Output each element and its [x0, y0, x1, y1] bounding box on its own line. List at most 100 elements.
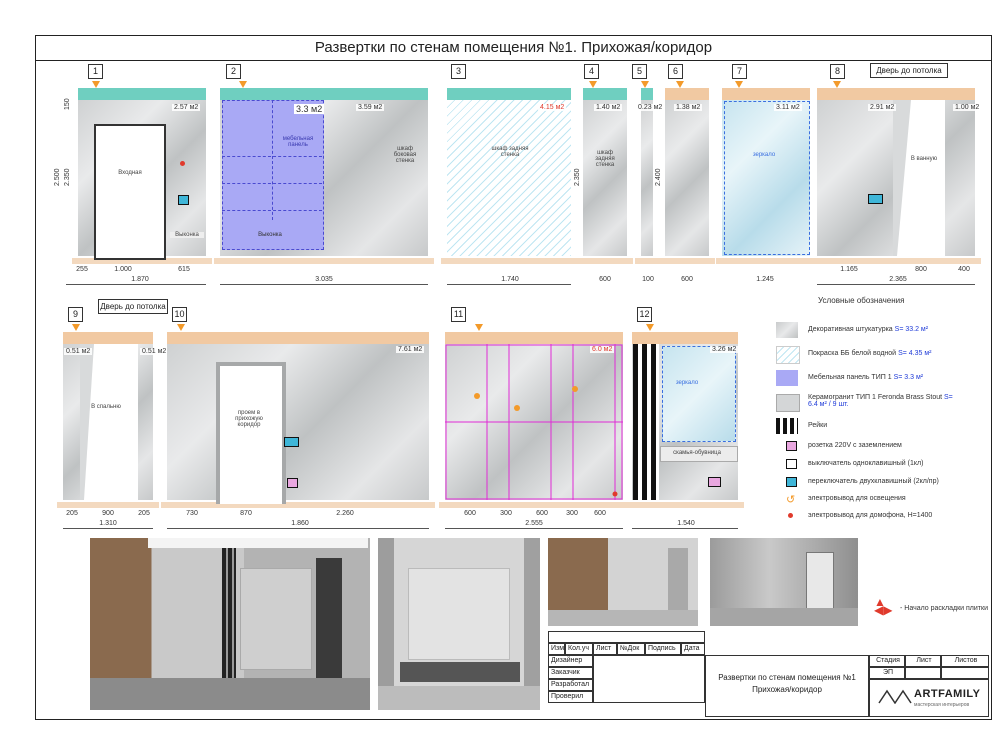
dim-line	[447, 284, 571, 285]
wall-4-area: 1.40 м2	[594, 104, 623, 111]
wall-1-area: 2.57 м2	[172, 104, 201, 111]
legend-item-8: переключатель двухклавишный (2кл/пр)	[808, 478, 939, 485]
mirror-outline	[724, 101, 810, 255]
dim-sub: 300	[566, 510, 578, 517]
dim-sub: 800	[915, 266, 927, 273]
wall-10	[161, 332, 435, 510]
wall-8-area: 2.91 м2	[868, 104, 897, 111]
stamp-sign-area	[593, 655, 705, 703]
wall-10-tag: 10	[172, 307, 187, 322]
stamp-h: Дата	[681, 643, 705, 655]
dim-sub: 2.260	[336, 510, 354, 517]
stamp-sheets	[941, 667, 989, 679]
brand-sub: мастерская интерьеров	[914, 702, 970, 708]
tile-layout-grid	[445, 344, 623, 500]
legend-item-5: Рейки	[808, 422, 828, 429]
render-photo-2	[378, 538, 540, 710]
wall-7-area: 3.11 м2	[774, 104, 802, 111]
wall-11-area: 6.0 м2	[590, 346, 615, 353]
wall-9-area-2: 0.51 м2	[140, 348, 169, 355]
tile-start-label: - Начало раскладки плитки	[900, 605, 988, 612]
dim-sub: 600	[594, 510, 606, 517]
vdim-1: 2.500	[54, 168, 61, 186]
legend-item-2: Покраска ББ белой водной S= 4.35 м²	[808, 350, 932, 357]
vdim-3: 150	[64, 98, 71, 110]
dim-top-7: 1.245	[756, 276, 774, 283]
panel-label: мебельная панель	[282, 136, 314, 148]
double-switch-legend-icon	[786, 477, 797, 487]
dim-line	[63, 528, 153, 529]
dim-bottom-4: 1.540	[677, 520, 695, 527]
dim-bottom-2: 1.860	[291, 520, 309, 527]
double-switch-icon	[868, 194, 883, 204]
light-outlet-icon: ↺	[786, 494, 796, 506]
legend-item-1: Декоративная штукатурка S= 33.2 м²	[808, 326, 929, 333]
opening-label: проем в прихожую коридор	[235, 410, 263, 428]
legend-item-7: выключатель одноклавишный (1кл)	[808, 460, 924, 467]
bench-label-2: скамья-обувница	[673, 450, 721, 456]
dim-sub: 1.165	[840, 266, 858, 273]
stamp-h: Лист	[593, 643, 617, 655]
stamp-sheets-h: Листов	[941, 655, 989, 667]
wardrobe-side-label: шкаф задняя стенка	[491, 146, 529, 158]
dim-sub: 300	[500, 510, 512, 517]
dim-top-4: 600	[599, 276, 611, 283]
stamp-row: Разработал	[548, 679, 593, 691]
mirror-2	[662, 346, 736, 442]
dim-bottom-3: 2.555	[525, 520, 543, 527]
stamp-sheet	[905, 667, 941, 679]
stamp-row: Дизайнер	[548, 655, 593, 667]
bathroom-door-label: В ванную	[910, 156, 938, 162]
dim-sub: 1.000	[114, 266, 132, 273]
brand-name: ARTFAMILY	[914, 688, 981, 700]
panel-swatch	[776, 370, 798, 386]
furniture-panel-area	[222, 100, 324, 250]
socket-icon	[786, 441, 797, 451]
door-label: Входная	[118, 170, 142, 176]
intercom-outlet-icon	[180, 161, 185, 166]
stamp-h: Кол.уч	[565, 643, 593, 655]
slats	[633, 344, 659, 500]
wall-8-tag: 8	[830, 64, 845, 79]
stamp-center: Развертки по стенам помещения №1 Прихожа…	[705, 655, 869, 717]
wall-9-arrow-icon	[72, 324, 80, 331]
wall-8-area-2: 1.00 м2	[953, 104, 982, 111]
wardrobe-side2-label: шкаф задняя стенка	[595, 150, 615, 168]
dim-line	[167, 528, 429, 529]
page-title: Развертки по стенам помещения №1. Прихож…	[36, 36, 991, 61]
legend-item-6: розетка 220V с заземлением	[808, 442, 902, 449]
wall-12-area: 3.26 м2	[710, 346, 739, 353]
stamp-row: Проверил	[548, 691, 593, 703]
stamp-stage: ЭП	[869, 667, 905, 679]
wall-8-arrow-icon	[833, 81, 841, 88]
dim-sub: 205	[138, 510, 150, 517]
dim-top-8: 2.365	[889, 276, 907, 283]
wall-5	[635, 88, 659, 266]
wall-5-arrow-icon	[641, 81, 649, 88]
mirror-2-label: зеркало	[675, 380, 699, 386]
wall-3-tag: 3	[451, 64, 466, 79]
bedroom-door-label: В спальню	[91, 404, 121, 410]
legend-item-10: электровывод для домофона, Н=1400	[808, 512, 933, 519]
dim-line	[220, 284, 428, 285]
wall-10-arrow-icon	[177, 324, 185, 331]
dim-sub: 615	[178, 266, 190, 273]
dim-line	[632, 528, 738, 529]
wall-6	[659, 88, 715, 266]
wall-9-area: 0.51 м2	[64, 348, 93, 355]
wall-12-arrow-icon	[646, 324, 654, 331]
vdim-5: 2.400	[655, 168, 662, 186]
wall-11-arrow-icon	[475, 324, 483, 331]
dim-line	[817, 284, 975, 285]
wall-2-area-2: 3.59 м2	[356, 104, 385, 111]
legend-item-3: Мебельная панель ТИП 1 S= 3.3 м²	[808, 374, 924, 381]
single-switch-icon	[786, 459, 797, 469]
wall-2-tag: 2	[226, 64, 241, 79]
door-to-ceiling-note-2: Дверь до потолка	[98, 299, 168, 314]
dim-sub: 600	[536, 510, 548, 517]
wall-6-arrow-icon	[676, 81, 684, 88]
vdim-2: 2.350	[64, 168, 71, 186]
stamp-row: Заказчик	[548, 667, 593, 679]
wall-4-tag: 4	[584, 64, 599, 79]
dim-line	[445, 528, 623, 529]
